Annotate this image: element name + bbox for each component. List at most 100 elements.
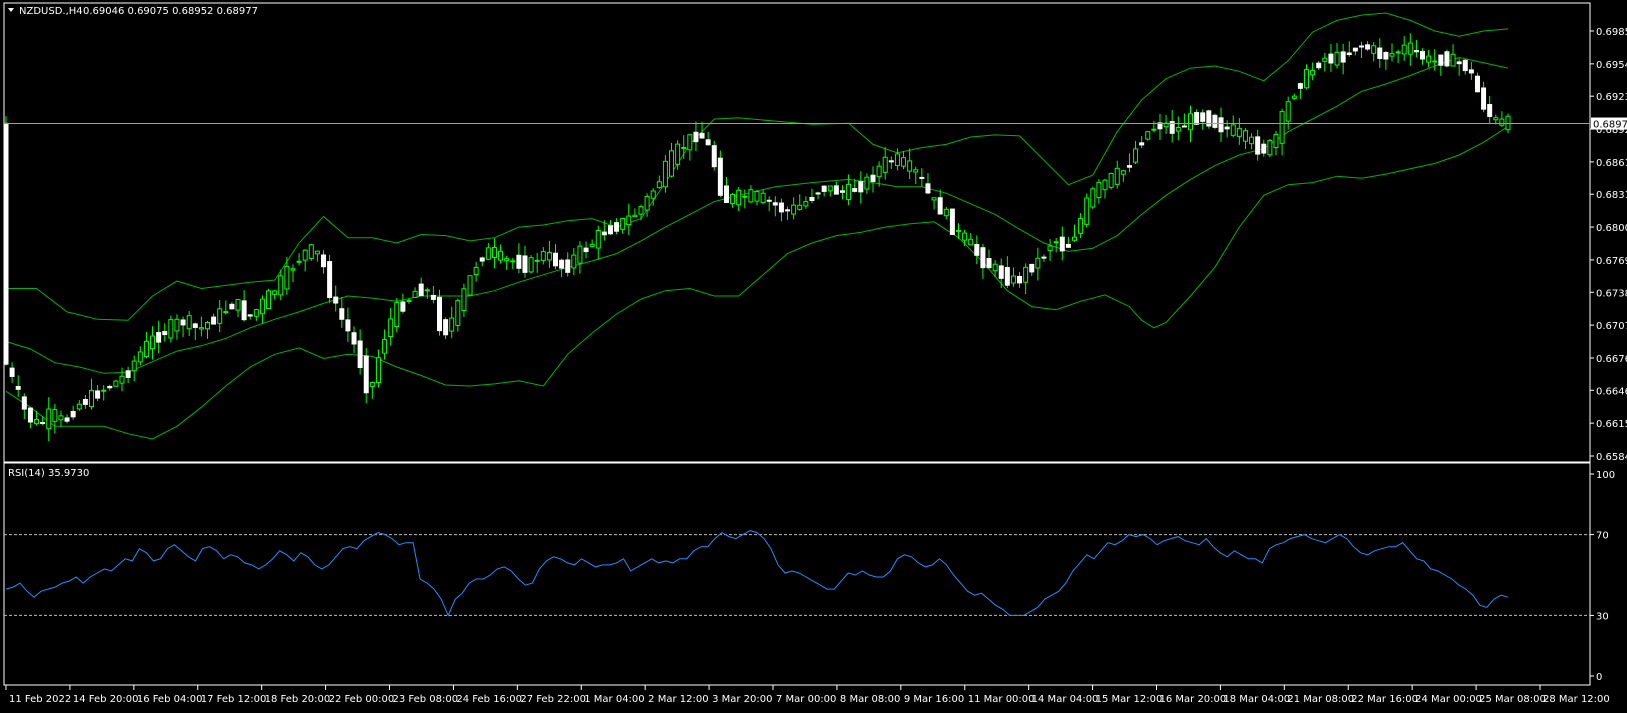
candle-body: [70, 410, 76, 418]
candle-body: [846, 183, 852, 201]
candle-body: [675, 143, 681, 165]
candle-body: [1420, 50, 1426, 60]
candle-body: [95, 390, 101, 399]
time-tick-label: 25 Mar 08:00: [1479, 694, 1546, 705]
time-tick-label: 23 Feb 08:00: [393, 694, 459, 705]
candle-body: [278, 275, 284, 296]
candle-body: [1242, 130, 1248, 142]
time-tick-label: 8 Mar 08:00: [840, 694, 900, 705]
candle-body: [1413, 49, 1419, 53]
time-tick-label: 15 Mar 12:00: [1096, 694, 1163, 705]
bollinger-bands: [5, 12, 1509, 440]
candle-body: [266, 290, 272, 310]
candle-body: [833, 185, 839, 195]
rsi-panel-frame: [3, 462, 1591, 686]
candle-body: [107, 385, 113, 389]
trading-chart[interactable]: NZDUSD.,H4 0.69046 0.69075 0.68952 0.689…: [0, 0, 1627, 713]
candle-body: [870, 174, 876, 182]
price-header: NZDUSD.,H4 0.69046 0.69075 0.68952 0.689…: [8, 6, 258, 17]
candle-body: [223, 311, 229, 314]
candle-body: [211, 316, 217, 325]
candle-body: [644, 195, 650, 211]
candle-body: [1493, 117, 1499, 121]
candle-body: [955, 229, 961, 232]
candle-body: [235, 299, 241, 311]
candle-body: [821, 185, 827, 192]
time-tick-label: 14 Mar 04:00: [1032, 694, 1099, 705]
candle-body: [15, 385, 21, 390]
price-tick-label: 0.67690: [1596, 256, 1627, 267]
candle-body: [259, 298, 265, 315]
candle-body: [491, 247, 497, 259]
candle-body: [345, 319, 351, 332]
candle-body: [583, 247, 589, 253]
candle-body: [1426, 55, 1432, 63]
candle-body: [162, 331, 168, 336]
candle-body: [638, 206, 644, 215]
candle-body: [1358, 45, 1364, 48]
candle-body: [1407, 42, 1413, 55]
candle-body: [192, 323, 198, 328]
rsi-panel[interactable]: RSI(14) 35.9730 100 70 30 0: [3, 462, 1615, 686]
price-panel[interactable]: NZDUSD.,H4 0.69046 0.69075 0.68952 0.689…: [3, 2, 1627, 463]
candle-body: [919, 176, 925, 179]
candle-body: [913, 169, 919, 173]
candle-body: [461, 288, 467, 312]
candle-body: [76, 403, 82, 410]
rsi-scale[interactable]: 100 70 30 0: [1590, 470, 1615, 683]
candle-body: [901, 157, 907, 167]
candle-body: [253, 309, 259, 317]
candle-body: [1450, 53, 1456, 67]
candle-body: [534, 259, 540, 262]
candle-body: [1059, 236, 1065, 252]
time-axis[interactable]: 11 Feb 2022 14 Feb 20:0016 Feb 04:0017 Fe…: [5, 685, 1610, 705]
candle-body: [1200, 112, 1206, 122]
candle-body: [1389, 53, 1395, 57]
candle-body: [1188, 113, 1194, 131]
candle-body: [595, 229, 601, 249]
candle-body: [1377, 47, 1383, 59]
candle-body: [699, 132, 705, 139]
candle-body: [1181, 125, 1187, 128]
candle-body: [601, 231, 607, 236]
candle-body: [1273, 133, 1279, 149]
triangle-down-icon[interactable]: [8, 8, 14, 12]
candle-body: [247, 314, 253, 317]
candle-body: [1078, 218, 1084, 234]
candle-body: [400, 301, 406, 312]
price-tick-label: 0.66765: [1596, 354, 1627, 365]
candle-body: [546, 251, 552, 261]
ohlc-label: 0.69046 0.69075 0.68952 0.68977: [83, 6, 258, 17]
candle-body: [693, 131, 699, 143]
candle-body: [565, 259, 571, 273]
rsi-tick-label: 70: [1596, 531, 1609, 542]
price-tick-label: 0.66150: [1596, 419, 1627, 430]
candle-body: [516, 254, 522, 269]
price-scale[interactable]: 0.698500.695400.692350.689250.686150.683…: [1590, 27, 1627, 463]
candle-body: [620, 218, 626, 230]
candle-body: [656, 181, 662, 189]
candle-body: [809, 196, 815, 201]
candle-body: [406, 299, 412, 302]
candle-body: [785, 209, 791, 212]
candle-body: [1352, 47, 1358, 52]
candle-body: [3, 122, 9, 365]
candle-body: [1096, 181, 1102, 199]
candle-body: [760, 192, 766, 204]
rsi-tick-label: 100: [1596, 470, 1615, 481]
candle-body: [723, 185, 729, 203]
candle-body: [473, 266, 479, 276]
candle-body: [1438, 54, 1444, 66]
candle-body: [467, 275, 473, 296]
candle-body: [1004, 267, 1010, 286]
candle-body: [559, 259, 565, 269]
time-tick-label: 17 Feb 12:00: [201, 694, 267, 705]
candle-body: [864, 176, 870, 190]
candle-body: [1023, 266, 1029, 283]
candle-body: [369, 382, 375, 387]
price-tick-label: 0.66460: [1596, 386, 1627, 397]
candle-body: [1041, 256, 1047, 259]
candle-body: [1371, 45, 1377, 54]
candle-body: [962, 232, 968, 241]
candle-body: [412, 290, 418, 298]
